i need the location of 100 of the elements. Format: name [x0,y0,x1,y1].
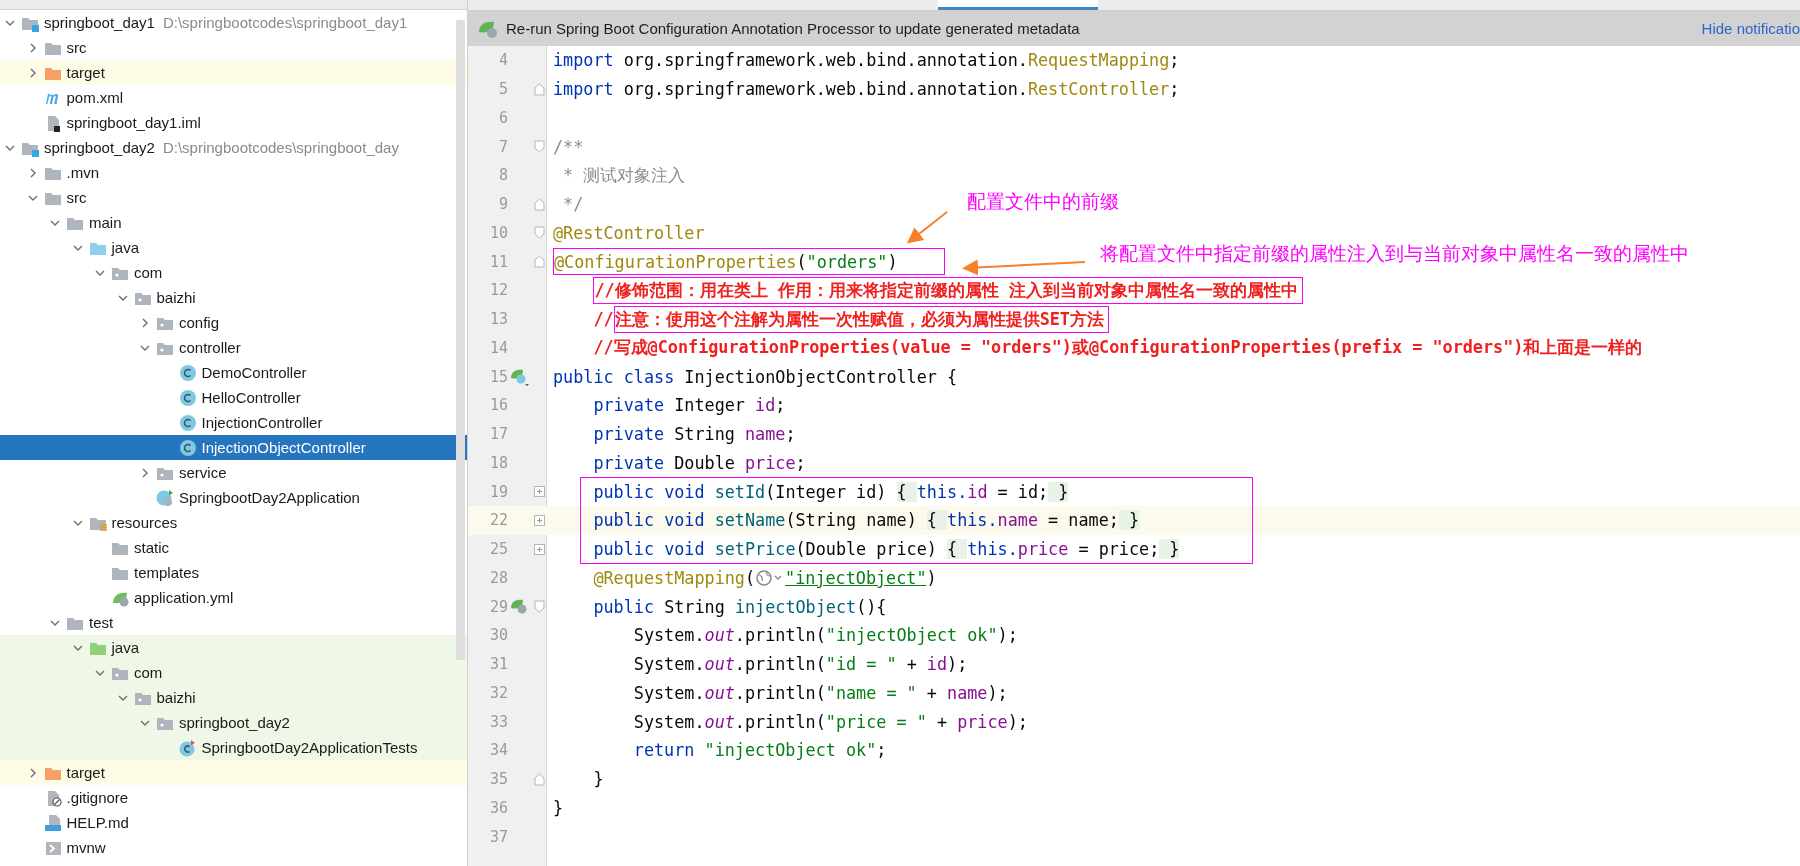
hide-notification-link[interactable]: Hide notificatio [1701,20,1800,37]
code-line: */ [562,194,584,215]
tree-item[interactable]: target [0,760,467,785]
class-icon [178,363,197,382]
code-line: System.out.println("id = " + id); [632,654,968,675]
line-number: 7 [497,137,508,156]
line-number: 16 [488,396,508,415]
tree-item[interactable]: .gitignore [0,785,467,810]
class-icon [178,388,197,407]
code-text: @RequestMapping [593,567,745,588]
tree-item[interactable]: config [0,310,467,335]
code-line: } [552,797,564,818]
line-number: 6 [497,108,508,127]
line-number: 11 [488,252,508,271]
code-line: * 测试对象注入 [562,163,686,187]
tree-item[interactable]: baizhi [0,685,467,710]
tree-item[interactable]: InjectionController [0,410,467,435]
line-number: 12 [488,281,508,300]
tree-item[interactable]: SpringbootDay2Application [0,485,467,510]
annotation-box: @ConfigurationProperties("orders") [553,248,945,275]
code-line: public String injectObject(){ [592,596,887,617]
tree-item[interactable]: .mvn [0,160,467,185]
line-number: 35 [488,770,508,789]
line-number: 36 [488,798,508,817]
tree-item[interactable]: service [0,460,467,485]
tree-item[interactable]: application.yml [0,585,467,610]
expand-icon[interactable] [533,543,545,555]
line-number: 13 [488,310,508,329]
annotation-box: 注意：使用这个注解为属性一次性赋值，必须为属性提供SET方法 [613,305,1109,333]
line-number: 33 [488,712,508,731]
line-number: 28 [488,568,508,587]
tree-item[interactable]: src [0,185,467,210]
line-number: 37 [488,827,508,846]
line-number: 25 [488,540,508,559]
code-text: // [593,309,614,330]
tree-item[interactable]: springboot_day1.iml [0,110,467,135]
code-line: @RestController [552,222,705,243]
tree-item[interactable]: HELP.md [0,810,467,835]
code-line: public void setId(Integer id) { this.id = id; } [592,481,1069,502]
tree-item[interactable]: mvnw [0,835,467,860]
line-number: 14 [488,338,508,357]
tree-item[interactable]: springboot_day2 D:\springbootcodes\springboot_day [0,135,467,160]
code-line: return "injectObject ok"; [632,740,887,761]
class-icon [156,488,174,507]
tree-item[interactable]: target [0,60,467,85]
tree-item[interactable]: test [0,610,467,635]
tree-item[interactable]: baizhi [0,285,467,310]
line-number: 15 [488,367,508,386]
code-line: System.out.println("injectObject ok"); [632,625,1018,646]
line-number: 19 [488,482,508,501]
code-line: System.out.println("price = " + price); [632,711,1028,732]
code-line: //写成@ConfigurationProperties(value = "orders")或@ConfigurationProperties(prefix = "orders")和上面是一样的 [592,336,1643,360]
tree-item[interactable]: resources [0,510,467,535]
line-number: 31 [488,655,508,674]
tree-item[interactable]: InjectionObjectController [0,435,467,460]
tree-item[interactable]: static [0,535,467,560]
tree-item[interactable]: templates [0,560,467,585]
code-line: private Double price; [592,452,806,473]
tree-item[interactable]: java [0,635,467,660]
line-number: 32 [488,683,508,702]
tree-item[interactable]: com [0,660,467,685]
code-text: ( [744,567,756,588]
notification-text: Re-run Spring Boot Configuration Annotation Processor to update generated metadata [506,20,1081,37]
line-number: 5 [497,80,508,99]
code-line: private String name; [592,424,796,445]
expand-icon[interactable] [533,514,545,526]
code-line: import org.springframework.web.bind.annotation.RestController; [552,79,1180,100]
tree-item[interactable]: src [0,35,467,60]
url-link[interactable]: "injectObject" [785,567,927,588]
tree-item[interactable]: SpringbootDay2ApplicationTests [0,735,467,760]
code-line: public void setPrice(Double price) { this.price = price; } [592,539,1180,560]
line-number: 17 [488,425,508,444]
line-number: 10 [488,223,508,242]
module-path: D:\springbootcodes\springboot_day1 [162,14,408,31]
class-icon [178,738,197,757]
expand-icon[interactable] [533,486,545,498]
line-number: 22 [488,511,508,530]
tree-item[interactable]: springboot_day1 D:\springbootcodes\springboot_day1 [0,10,467,35]
tree-item[interactable]: HelloController [0,385,467,410]
tree-item[interactable]: com [0,260,467,285]
scrollbar[interactable] [456,20,465,660]
tree-item[interactable]: pom.xml [0,85,467,110]
code-line: /** [552,136,584,157]
tree-item[interactable]: java [0,235,467,260]
tree-item[interactable]: controller [0,335,467,360]
line-number: 4 [497,51,508,70]
line-number: 30 [488,626,508,645]
line-number: 29 [488,597,508,616]
class-icon [178,413,197,432]
code-line: private Integer id; [592,395,786,416]
callout-text: 将配置文件中指定前缀的属性注入到与当前对象中属性名一致的属性中 [1100,241,1689,266]
code-line: import org.springframework.web.bind.annotation.RequestMapping; [552,50,1180,71]
arrow [906,211,948,244]
code-editor[interactable] [468,46,1800,866]
file-icon [43,813,62,832]
code-line: System.out.println("name = " + name); [632,682,1008,703]
tree-item[interactable]: main [0,210,467,235]
tree-item[interactable]: springboot_day2 [0,710,467,735]
tree-item[interactable]: DemoController [0,360,467,385]
code-line: } [592,769,604,790]
